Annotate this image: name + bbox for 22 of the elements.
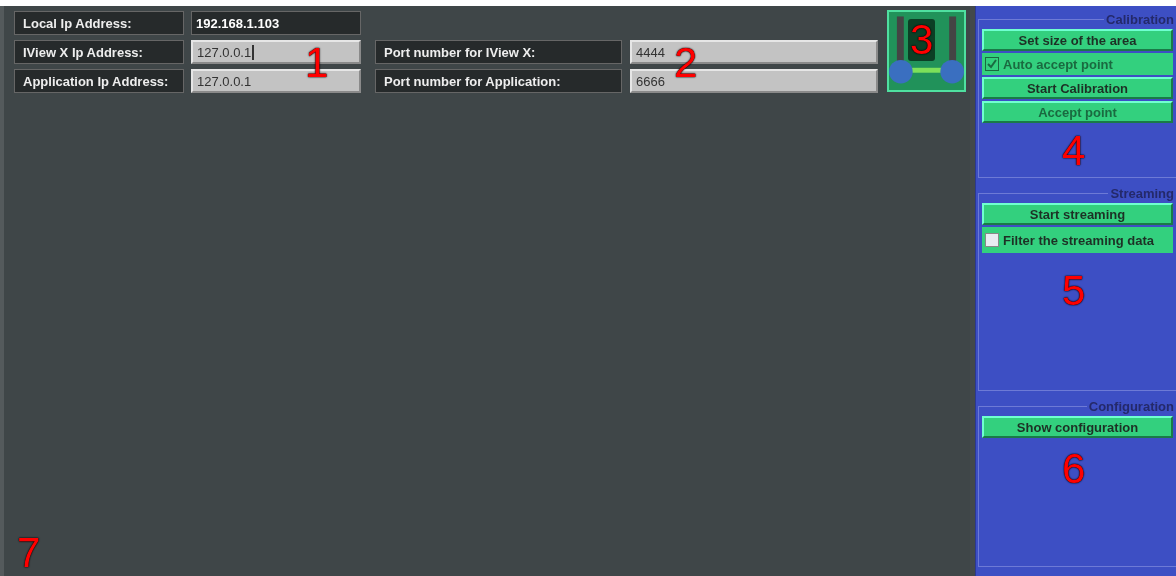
callout-number: 3: [908, 19, 936, 61]
field-label: IView X Ip Address:: [14, 40, 184, 64]
field-label: Application Ip Address:: [14, 69, 184, 93]
action-button[interactable]: Show configuration: [982, 416, 1173, 438]
callout-number: 6: [1062, 448, 1086, 490]
field-label: Port number for IView X:: [375, 40, 622, 64]
joystick-icon[interactable]: [887, 10, 966, 92]
field-label: Local Ip Address:: [14, 11, 184, 35]
action-button[interactable]: Start streaming: [982, 203, 1173, 225]
field-label: Port number for Application:: [375, 69, 622, 93]
action-button[interactable]: Set size of the area: [982, 29, 1173, 51]
callout-number: 5: [1062, 270, 1086, 312]
action-button[interactable]: Start Calibration: [982, 77, 1173, 99]
checkbox-label: Auto accept point: [1003, 56, 1113, 72]
callout-number: 7: [17, 532, 41, 574]
group-title: Calibration: [1105, 12, 1175, 27]
checkbox-label: Filter the streaming data: [1003, 232, 1154, 248]
group-title: Configuration: [1087, 399, 1175, 414]
text-field[interactable]: 192.168.1.103: [191, 11, 361, 35]
callout-number: 4: [1062, 130, 1086, 172]
checkbox[interactable]: [985, 233, 999, 247]
group-title: Streaming: [1109, 186, 1175, 201]
